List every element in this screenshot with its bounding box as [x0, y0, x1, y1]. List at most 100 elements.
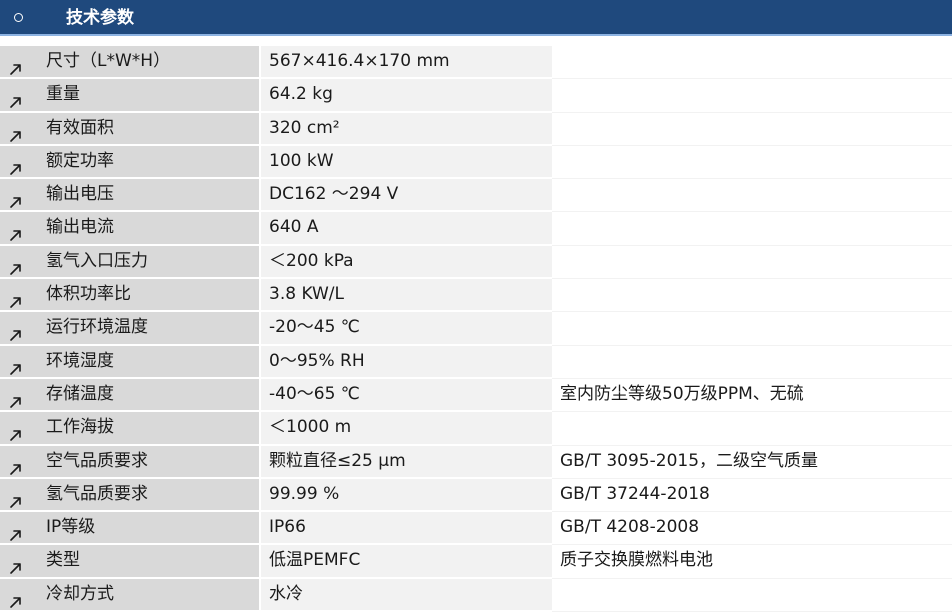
spec-note: GB/T 4208-2008	[552, 512, 952, 546]
spec-label: 输出电流	[33, 212, 259, 246]
spec-row: 额定功率 100 kW	[0, 145, 952, 180]
spec-value: DC162 ～294 V	[259, 179, 552, 213]
section-title: 技术参数	[66, 8, 134, 28]
spec-row: 冷却方式 水冷	[0, 578, 952, 613]
spec-label: 运行环境温度	[33, 312, 259, 346]
arrow-up-right-icon	[9, 89, 23, 109]
spec-label: 重量	[33, 79, 259, 113]
arrow-up-right-icon	[9, 422, 23, 442]
spec-label: 有效面积	[33, 112, 259, 146]
arrow-up-right-icon	[9, 555, 23, 575]
spec-note: 室内防尘等级50万级PPM、无硫	[552, 378, 952, 413]
spec-value: 99.99 %	[259, 478, 552, 513]
spec-row: 工作海拔 ＜1000 m	[0, 412, 952, 446]
spec-note	[552, 345, 952, 379]
spec-note	[552, 412, 952, 446]
arrow-up-right-icon	[9, 356, 23, 375]
spec-value: 水冷	[259, 578, 552, 613]
spec-label: 冷却方式	[33, 578, 259, 613]
spec-label: 氢气品质要求	[33, 478, 259, 513]
arrow-up-right-icon	[9, 189, 23, 208]
row-icon-cell	[0, 478, 33, 513]
spec-value: 100 kW	[259, 145, 552, 180]
row-icon-cell	[0, 112, 33, 146]
spec-row: 运行环境温度 -20～45 ℃	[0, 312, 952, 346]
spec-note: GB/T 37244-2018	[552, 478, 952, 513]
spec-label: IP等级	[33, 512, 259, 546]
arrow-up-right-icon	[9, 123, 23, 142]
spec-label: 体积功率比	[33, 279, 259, 313]
spec-row: 空气品质要求 颗粒直径≤25 μm GB/T 3095-2015，二级空气质量	[0, 445, 952, 479]
spec-value: 567×416.4×170 mm	[259, 46, 552, 80]
spec-note	[552, 145, 952, 180]
spec-label: 尺寸（L*W*H）	[33, 46, 259, 80]
spec-value: ＜1000 m	[259, 412, 552, 446]
spec-note	[552, 578, 952, 613]
spec-value: 640 A	[259, 212, 552, 246]
spec-table: 尺寸（L*W*H） 567×416.4×170 mm 重量 64.2 kg 有效面积 32…	[0, 46, 952, 613]
spec-value: 低温PEMFC	[259, 545, 552, 579]
spec-value: 3.8 KW/L	[259, 279, 552, 313]
row-icon-cell	[0, 312, 33, 346]
spec-note	[552, 212, 952, 246]
spec-value: 颗粒直径≤25 μm	[259, 445, 552, 479]
arrow-up-right-icon	[9, 322, 23, 342]
spec-row: 输出电压 DC162 ～294 V	[0, 179, 952, 213]
spec-label: 额定功率	[33, 145, 259, 180]
row-icon-cell	[0, 378, 33, 413]
spec-note	[552, 179, 952, 213]
row-icon-cell	[0, 578, 33, 613]
row-icon-cell	[0, 545, 33, 579]
spec-label: 存储温度	[33, 378, 259, 413]
row-icon-cell	[0, 345, 33, 379]
spec-row: 氢气入口压力 ＜200 kPa	[0, 245, 952, 280]
spec-value: 320 cm²	[259, 112, 552, 146]
header-spacer	[0, 36, 952, 46]
spec-label: 工作海拔	[33, 412, 259, 446]
arrow-up-right-icon	[9, 389, 23, 408]
arrow-up-right-icon	[9, 156, 23, 175]
arrow-up-right-icon	[9, 489, 23, 508]
arrow-up-right-icon	[9, 256, 23, 275]
arrow-up-right-icon	[9, 56, 23, 75]
spec-label: 类型	[33, 545, 259, 579]
arrow-up-right-icon	[9, 289, 23, 308]
spec-value: -20～45 ℃	[259, 312, 552, 346]
spec-value: -40～65 ℃	[259, 378, 552, 413]
section-header: 技术参数	[0, 0, 952, 36]
circle-bullet-icon	[14, 13, 23, 22]
spec-row: 体积功率比 3.8 KW/L	[0, 279, 952, 313]
spec-value: 0～95% RH	[259, 345, 552, 379]
spec-label: 氢气入口压力	[33, 245, 259, 280]
row-icon-cell	[0, 412, 33, 446]
row-icon-cell	[0, 79, 33, 113]
spec-note	[552, 279, 952, 313]
arrow-up-right-icon	[9, 456, 23, 475]
row-icon-cell	[0, 46, 33, 80]
spec-label: 空气品质要求	[33, 445, 259, 479]
spec-row: 有效面积 320 cm²	[0, 112, 952, 146]
row-icon-cell	[0, 245, 33, 280]
arrow-up-right-icon	[9, 522, 23, 541]
spec-row: 重量 64.2 kg	[0, 79, 952, 113]
row-icon-cell	[0, 512, 33, 546]
arrow-up-right-icon	[9, 589, 23, 608]
row-icon-cell	[0, 279, 33, 313]
row-icon-cell	[0, 145, 33, 180]
spec-row: IP等级 IP66 GB/T 4208-2008	[0, 512, 952, 546]
spec-row: 类型 低温PEMFC 质子交换膜燃料电池	[0, 545, 952, 579]
spec-value: 64.2 kg	[259, 79, 552, 113]
row-icon-cell	[0, 179, 33, 213]
spec-note: 质子交换膜燃料电池	[552, 545, 952, 579]
spec-value: ＜200 kPa	[259, 245, 552, 280]
spec-note	[552, 112, 952, 146]
spec-label: 输出电压	[33, 179, 259, 213]
row-icon-cell	[0, 212, 33, 246]
spec-note: GB/T 3095-2015，二级空气质量	[552, 445, 952, 479]
arrow-up-right-icon	[9, 222, 23, 242]
spec-value: IP66	[259, 512, 552, 546]
note-divider	[552, 611, 952, 613]
spec-note	[552, 79, 952, 113]
spec-note	[552, 312, 952, 346]
spec-row: 尺寸（L*W*H） 567×416.4×170 mm	[0, 46, 952, 80]
